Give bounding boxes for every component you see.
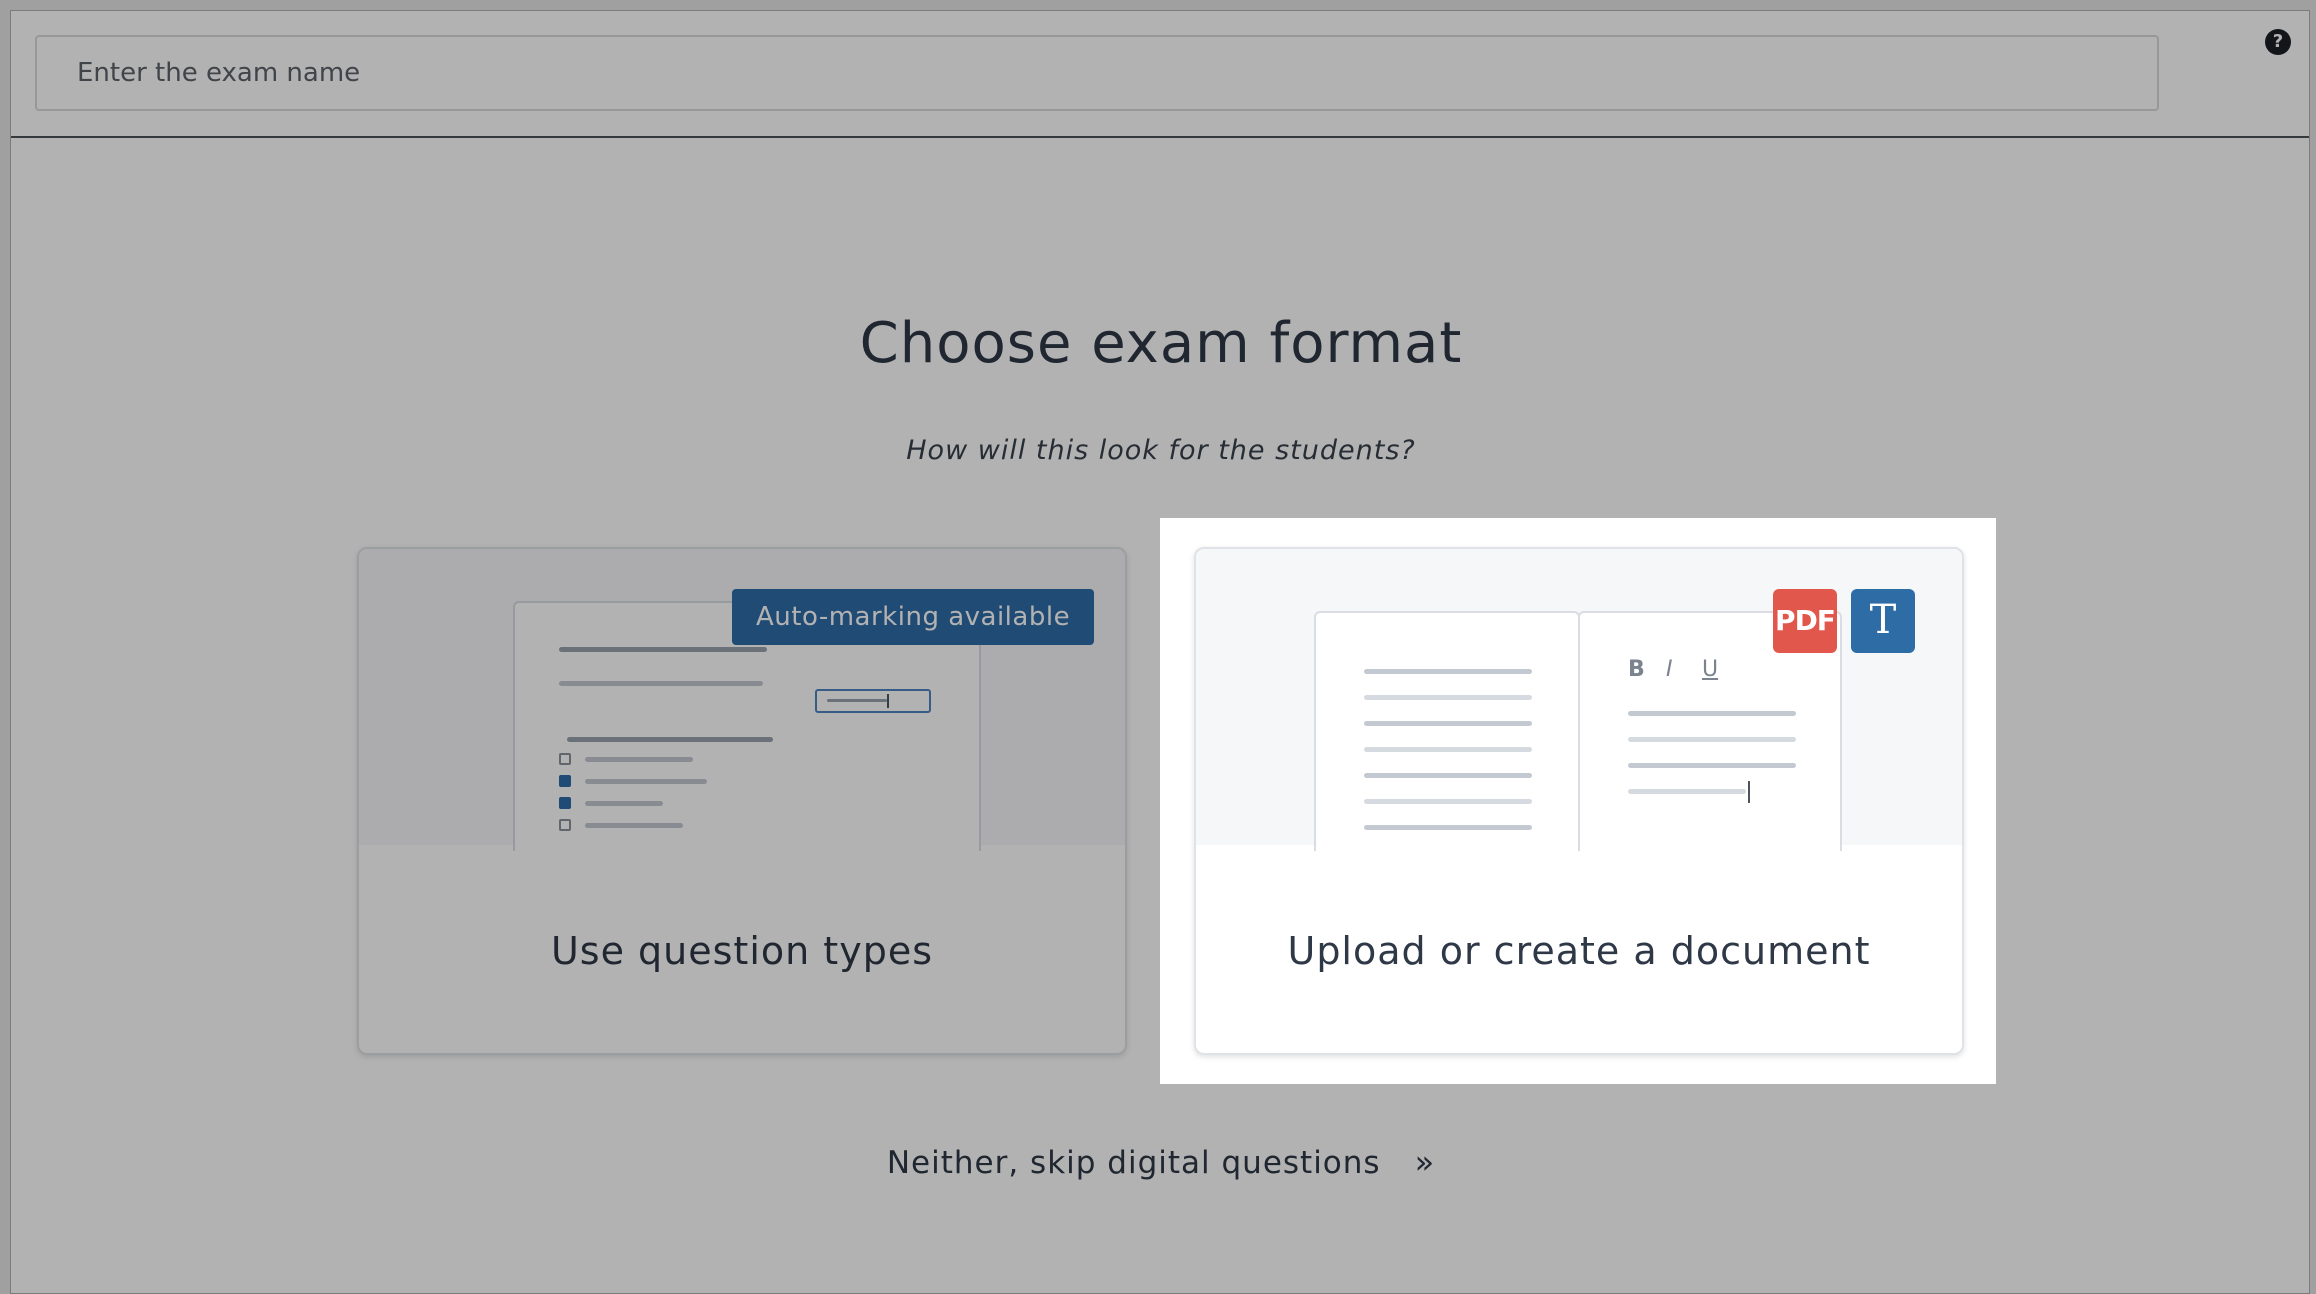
skip-label: Neither, skip digital questions xyxy=(886,1145,1381,1181)
preview-input-illustration xyxy=(815,689,931,713)
skip-digital-questions-link[interactable]: Neither, skip digital questions » xyxy=(11,1143,2309,1181)
exam-header xyxy=(11,11,2309,138)
help-icon[interactable]: ? xyxy=(2265,29,2291,55)
exam-name-input[interactable] xyxy=(35,35,2159,111)
checkbox-checked-icon xyxy=(559,775,571,787)
preview-line xyxy=(559,681,763,686)
checkbox-icon xyxy=(559,753,571,765)
question-types-preview: Auto-marking available xyxy=(359,549,1125,851)
checkbox-checked-icon xyxy=(559,797,571,809)
double-chevron-right-icon: » xyxy=(1414,1143,1436,1181)
checkbox-icon xyxy=(559,819,571,831)
question-types-label: Use question types xyxy=(550,929,933,973)
onboarding-spotlight xyxy=(1160,518,1996,1084)
preview-line xyxy=(567,737,773,742)
page-title: Choose exam format xyxy=(859,311,1463,376)
preview-line xyxy=(559,647,767,652)
page-subtitle: How will this look for the students? xyxy=(906,435,1416,466)
auto-marking-badge: Auto-marking available xyxy=(732,589,1095,645)
question-types-card[interactable]: Auto-marking available Use question type… xyxy=(357,547,1127,1055)
